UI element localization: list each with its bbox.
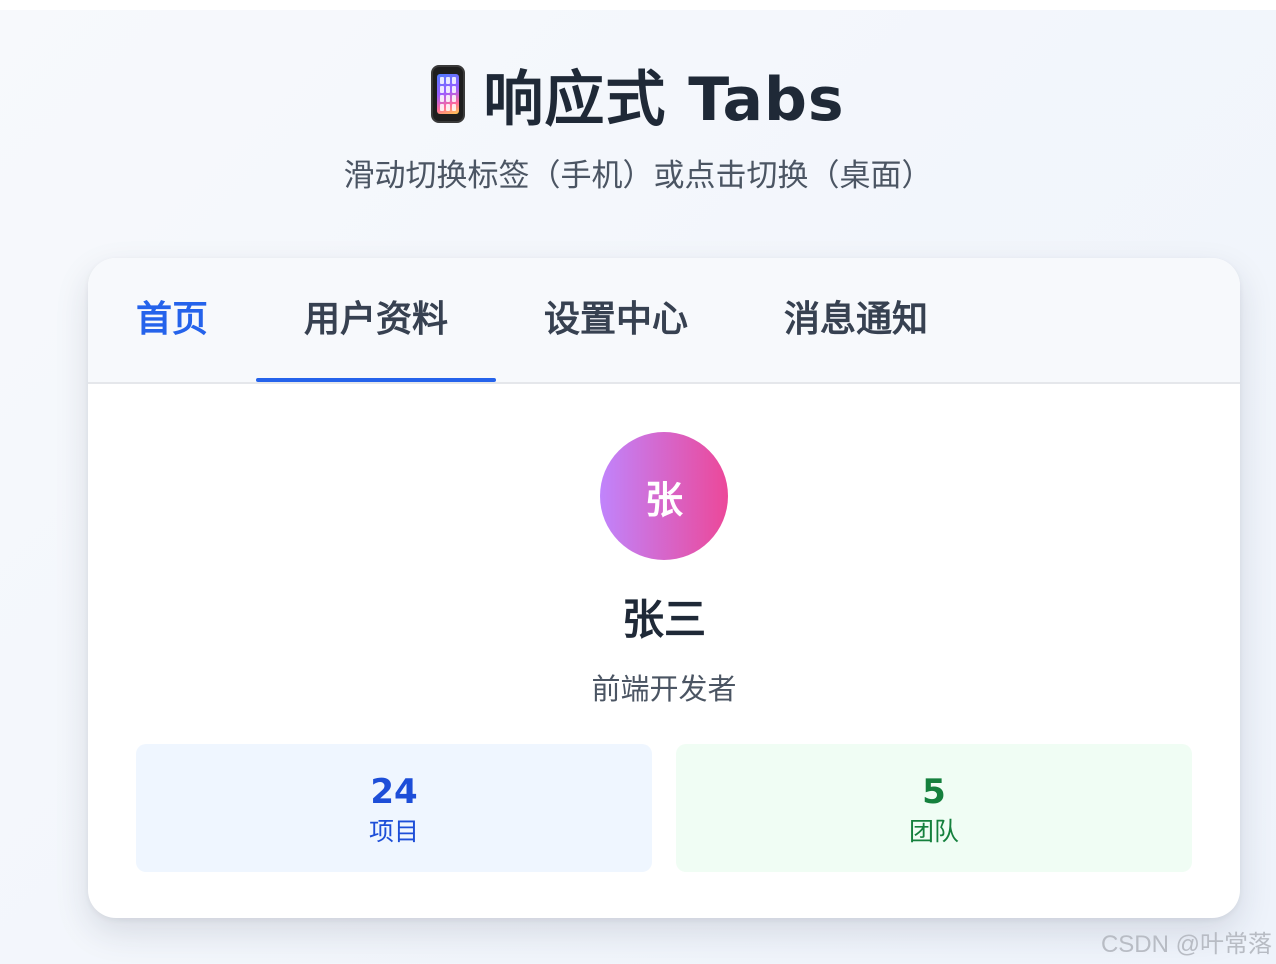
page-subtitle: 滑动切换标签（手机）或点击切换（桌面）	[343, 158, 933, 194]
stat-label-projects: 项目	[368, 817, 419, 846]
tab-bar: 首页 用户资料 设置中心 消息通知	[88, 258, 1240, 384]
active-tab-indicator	[256, 378, 496, 382]
avatar: 张	[600, 432, 728, 560]
page-title: 响应式 Tabs	[483, 64, 845, 135]
stat-label-teams: 团队	[908, 817, 959, 846]
mobile-phone-icon	[431, 65, 466, 123]
stat-value-projects: 24	[370, 772, 418, 812]
page-header: 响应式 Tabs 滑动切换标签（手机）或点击切换（桌面）	[0, 56, 1276, 195]
stat-card-projects: 24 项目	[136, 744, 652, 872]
title-row: 响应式 Tabs	[0, 56, 1276, 135]
user-name: 张三	[621, 595, 706, 644]
top-band	[0, 0, 1276, 10]
watermark: CSDN @叶常落	[1100, 931, 1272, 958]
tab-notifications[interactable]: 消息通知	[736, 258, 976, 382]
tab-home[interactable]: 首页	[136, 258, 208, 382]
stat-value-teams: 5	[922, 772, 946, 812]
tabs-card: 首页 用户资料 设置中心 消息通知 张 张三 前端开发者 24 项目 5 团队	[88, 258, 1240, 918]
stat-card-teams: 5 团队	[676, 744, 1192, 872]
user-role: 前端开发者	[591, 672, 737, 706]
tab-settings[interactable]: 设置中心	[496, 258, 736, 382]
tab-panel-user-profile: 张 张三 前端开发者 24 项目 5 团队	[88, 384, 1240, 918]
tab-user-profile[interactable]: 用户资料	[256, 258, 496, 382]
